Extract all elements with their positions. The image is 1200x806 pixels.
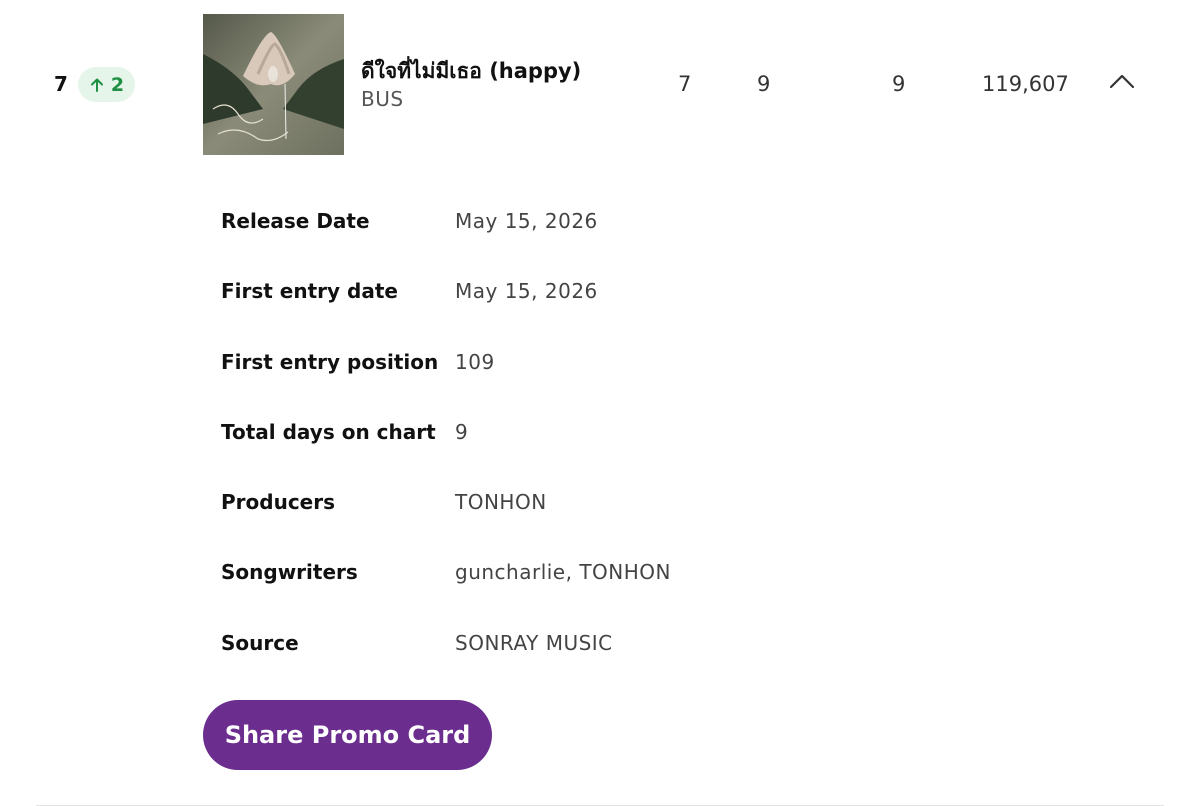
rank-movement-badge: 2 bbox=[78, 67, 135, 102]
detail-row-source: Source SONRAY MUSIC bbox=[0, 609, 1200, 679]
days-on-chart: 9 bbox=[892, 72, 906, 96]
chart-entry-row[interactable]: 7 2 ดีใจที่ไม่มีเธอ (happy) BUS 7 9 9 11… bbox=[0, 0, 1200, 170]
track-title[interactable]: ดีใจที่ไม่มีเธอ (happy) bbox=[361, 55, 581, 88]
detail-label: Source bbox=[221, 630, 299, 655]
detail-label: Release Date bbox=[221, 209, 370, 233]
detail-label: Producers bbox=[221, 490, 336, 515]
previous-position: 9 bbox=[757, 72, 771, 96]
rank-movement-value: 2 bbox=[110, 73, 125, 96]
collapse-button[interactable] bbox=[1105, 68, 1139, 98]
detail-value: May 15, 2026 bbox=[455, 279, 598, 304]
arrow-up-icon bbox=[89, 77, 105, 93]
share-promo-card-button[interactable]: Share Promo Card bbox=[203, 700, 492, 770]
detail-row-total-days: Total days on chart 9 bbox=[0, 398, 1200, 468]
detail-label: First entry position bbox=[221, 349, 439, 374]
detail-label: Songwriters bbox=[221, 560, 358, 585]
detail-row-first-entry-position: First entry position 109 bbox=[0, 328, 1200, 398]
detail-row-release-date: Release Date May 15, 2026 bbox=[0, 187, 1200, 257]
detail-value: 9 bbox=[455, 419, 469, 444]
detail-value: 109 bbox=[455, 349, 495, 374]
chevron-up-icon bbox=[1109, 73, 1135, 93]
detail-value: SONRAY MUSIC bbox=[455, 630, 613, 655]
detail-value: guncharlie, TONHON bbox=[455, 560, 671, 585]
detail-value: May 15, 2026 bbox=[455, 209, 598, 233]
detail-row-first-entry-date: First entry date May 15, 2026 bbox=[0, 257, 1200, 327]
detail-value: TONHON bbox=[455, 490, 547, 515]
rank-number: 7 bbox=[54, 72, 68, 96]
chart-entry-page: 7 2 ดีใจที่ไม่มีเธอ (happy) BUS 7 9 9 11… bbox=[0, 0, 1200, 806]
detail-row-producers: Producers TONHON bbox=[0, 468, 1200, 538]
detail-row-songwriters: Songwriters guncharlie, TONHON bbox=[0, 538, 1200, 608]
stream-count: 119,607 bbox=[982, 72, 1069, 96]
detail-label: First entry date bbox=[221, 279, 398, 304]
track-artist[interactable]: BUS bbox=[361, 87, 404, 111]
peak-position: 7 bbox=[678, 72, 692, 96]
track-details: Release Date May 15, 2026 First entry da… bbox=[0, 187, 1200, 679]
album-cover-image bbox=[203, 14, 344, 155]
detail-label: Total days on chart bbox=[221, 419, 436, 444]
